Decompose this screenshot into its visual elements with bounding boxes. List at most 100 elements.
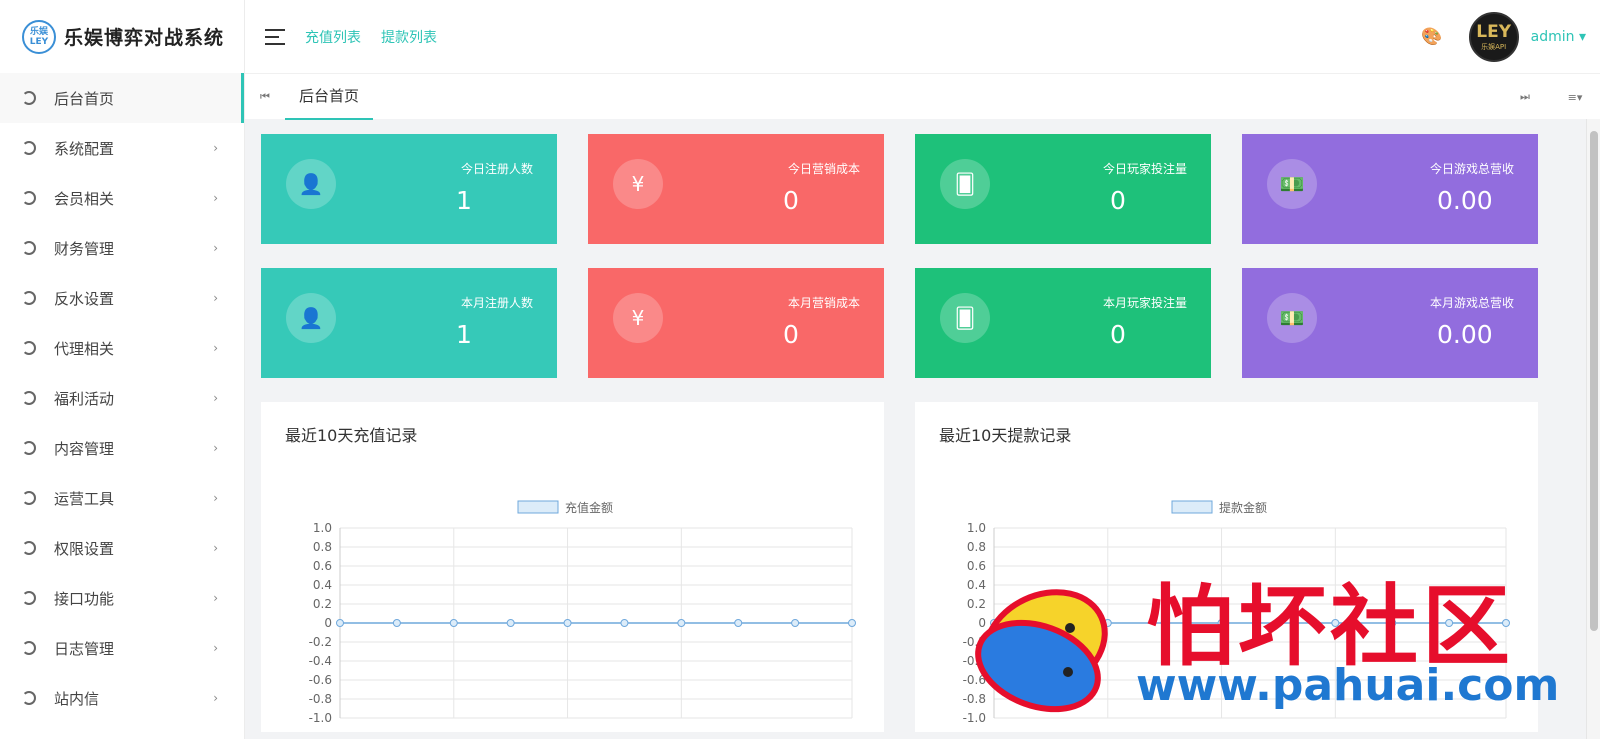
- y-tick-label: -0.8: [309, 692, 332, 706]
- sidebar-item-label: 日志管理: [54, 639, 115, 658]
- chevron-right-icon: ›: [213, 491, 218, 505]
- user-menu[interactable]: admin ▾: [1531, 29, 1586, 45]
- tab-menu-icon[interactable]: ≡▾: [1550, 91, 1600, 104]
- stat-label: 本月注册人数: [460, 296, 533, 310]
- recharge-chart: 充值金额 1.0 0.8 0.6 0.4 0.2 0 -0.2 -0.4 -0.6 -0.8 -1.0…: [306, 500, 856, 726]
- chevron-right-icon: ›: [213, 241, 218, 255]
- sidebar-item-1[interactable]: 系统配置 ›: [0, 123, 244, 173]
- recharge-list-link[interactable]: 充值列表: [305, 27, 361, 47]
- y-tick-label: 1.0: [967, 521, 986, 535]
- legend-label: 提款金额: [1219, 500, 1267, 515]
- money-icon: 💵: [1267, 159, 1317, 209]
- chevron-right-icon: ›: [213, 391, 218, 405]
- chevron-right-icon: ›: [213, 341, 218, 355]
- stat-value: 1: [456, 320, 472, 349]
- sidebar-item-label: 财务管理: [54, 239, 115, 258]
- stat-value: 0: [783, 320, 799, 349]
- tab-next-icon[interactable]: ⏭: [1500, 90, 1550, 104]
- sidebar-item-label: 接口功能: [54, 589, 115, 608]
- sidebar-item-label: 福利活动: [54, 389, 115, 408]
- data-point: [336, 619, 344, 627]
- data-point: [734, 619, 743, 627]
- sidebar-item-10[interactable]: 接口功能 ›: [0, 573, 244, 623]
- recharge-chart-title: 最近10天充值记录: [285, 426, 418, 445]
- circle-icon: [22, 341, 36, 355]
- stat-card-today-2: 🂠 今日玩家投注量 0: [915, 134, 1211, 244]
- user-icon: 👤: [286, 159, 336, 209]
- data-point: [449, 619, 458, 627]
- avatar[interactable]: LEY 乐娱API: [1468, 11, 1519, 62]
- palette-icon[interactable]: 🎨: [1421, 27, 1442, 47]
- data-point: [620, 619, 629, 627]
- data-point: [506, 619, 515, 627]
- sidebar-item-label: 运营工具: [54, 489, 115, 508]
- y-tick-label: 1.0: [313, 521, 332, 535]
- stat-value: 0: [1110, 186, 1126, 215]
- fish-logo-icon: [975, 589, 1108, 713]
- chevron-right-icon: ›: [213, 441, 218, 455]
- sidebar-item-label: 后台首页: [54, 89, 115, 108]
- stat-value: 0.00: [1437, 320, 1493, 349]
- cards-icon: 🂠: [940, 159, 990, 209]
- stat-card-month-3: 💵 本月游戏总营收 0.00: [1242, 268, 1538, 378]
- brand-logo: 乐娱 LEY: [22, 19, 56, 54]
- yen-icon: ¥: [613, 159, 663, 209]
- stat-value: 0: [783, 186, 799, 215]
- sidebar-menu: 后台首页 系统配置 › 会员相关 › 财务管理 › 反水设置 › 代理相关 › 福利活动 › 内容管理 › 运…: [0, 73, 244, 723]
- sidebar-item-2[interactable]: 会员相关 ›: [0, 173, 244, 223]
- circle-icon: [22, 441, 36, 455]
- circle-icon: [22, 591, 36, 605]
- stats-today: 👤 今日注册人数 1 ¥ 今日营销成本 0 🂠 今日玩家投注量 0 💵 今日游戏总营收 0.00: [261, 134, 1570, 244]
- data-point: [791, 619, 800, 627]
- sidebar: 乐娱 LEY 乐娱博弈对战系统 后台首页 系统配置 › 会员相关 › 财务管理 › 反水设置 ›…: [0, 0, 245, 739]
- stat-value: 0.00: [1437, 186, 1493, 215]
- sidebar-item-0[interactable]: 后台首页: [0, 73, 244, 123]
- stat-label: 今日玩家投注量: [1102, 162, 1187, 176]
- scroll-thumb[interactable]: [1590, 131, 1598, 631]
- stat-label: 本月营销成本: [787, 296, 860, 310]
- brand[interactable]: 乐娱 LEY 乐娱博弈对战系统: [0, 0, 244, 73]
- circle-icon: [22, 641, 36, 655]
- data-point: [848, 619, 856, 627]
- y-tick-label: -1.0: [309, 711, 332, 725]
- stat-card-today-0: 👤 今日注册人数 1: [261, 134, 557, 244]
- stat-card-month-0: 👤 本月注册人数 1: [261, 268, 557, 378]
- stat-label: 本月玩家投注量: [1102, 296, 1187, 310]
- sidebar-item-5[interactable]: 代理相关 ›: [0, 323, 244, 373]
- circle-icon: [22, 141, 36, 155]
- withdraw-list-link[interactable]: 提款列表: [381, 27, 437, 47]
- data-point: [392, 619, 401, 627]
- sidebar-item-label: 权限设置: [54, 539, 115, 558]
- legend-swatch: [517, 500, 559, 514]
- stat-label: 今日注册人数: [460, 162, 533, 176]
- circle-icon: [22, 191, 36, 205]
- sidebar-item-12[interactable]: 站内信 ›: [0, 673, 244, 723]
- sidebar-item-label: 代理相关: [54, 339, 115, 358]
- stat-card-month-1: ¥ 本月营销成本 0: [588, 268, 884, 378]
- data-point: [563, 619, 572, 627]
- stat-label: 今日营销成本: [787, 162, 860, 176]
- tab-bar: ⏮ 后台首页 ⏭ ≡▾: [245, 73, 1600, 120]
- chevron-right-icon: ›: [213, 191, 218, 205]
- sidebar-item-9[interactable]: 权限设置 ›: [0, 523, 244, 573]
- y-tick-label: -0.2: [309, 635, 332, 649]
- sidebar-item-7[interactable]: 内容管理 ›: [0, 423, 244, 473]
- user-icon: 👤: [286, 293, 336, 343]
- tab-home[interactable]: 后台首页: [285, 74, 374, 120]
- circle-icon: [22, 491, 36, 505]
- sidebar-item-label: 站内信: [54, 689, 100, 708]
- sidebar-item-8[interactable]: 运营工具 ›: [0, 473, 244, 523]
- sidebar-item-6[interactable]: 福利活动 ›: [0, 373, 244, 423]
- chevron-right-icon: ›: [213, 541, 218, 555]
- chevron-right-icon: ›: [213, 291, 218, 305]
- tab-prev-icon[interactable]: ⏮: [245, 90, 285, 104]
- stat-label: 本月游戏总营收: [1429, 296, 1514, 310]
- scrollbar[interactable]: [1586, 119, 1600, 739]
- sidebar-item-3[interactable]: 财务管理 ›: [0, 223, 244, 273]
- recharge-chart-panel: 最近10天充值记录 充值金额 1.0 0.8 0.6 0.4 0.2 0 -0.2 -0.4 -0…: [261, 402, 884, 732]
- sidebar-item-11[interactable]: 日志管理 ›: [0, 623, 244, 673]
- sidebar-item-4[interactable]: 反水设置 ›: [0, 273, 244, 323]
- menu-toggle-icon[interactable]: [265, 28, 285, 45]
- brand-title: 乐娱博弈对战系统: [64, 27, 225, 49]
- sidebar-item-label: 内容管理: [54, 439, 115, 458]
